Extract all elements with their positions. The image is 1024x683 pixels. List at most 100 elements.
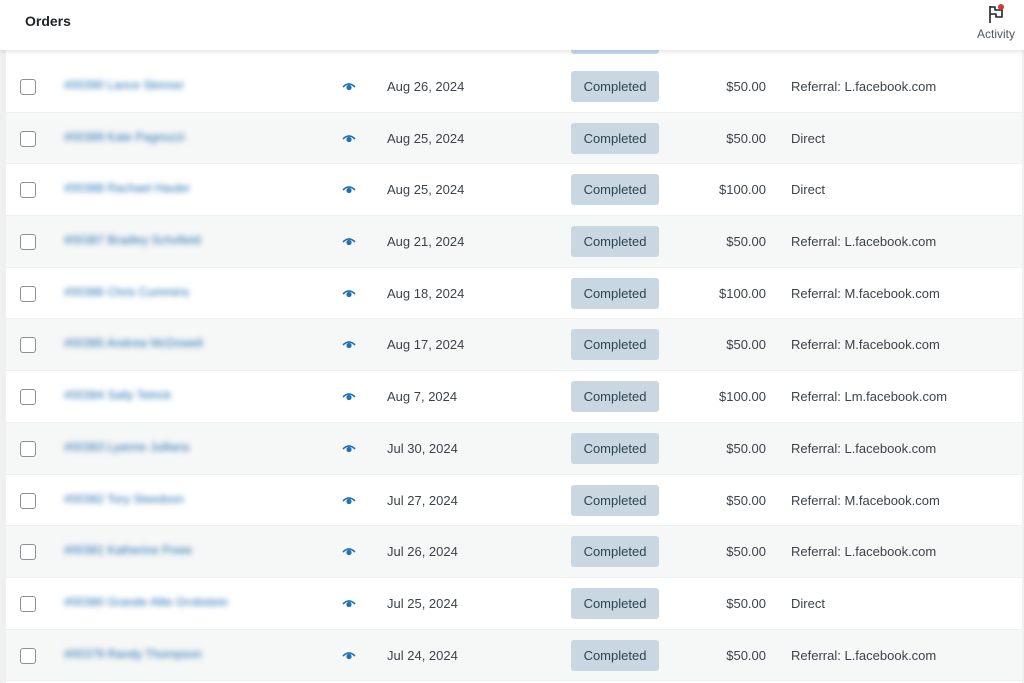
status-badge: Completed (571, 329, 659, 361)
order-origin: Referral: L.facebook.com (791, 234, 937, 250)
order-link[interactable]: #00381 Katherine Powe (64, 543, 192, 557)
order-date: Jul 30, 2024 (387, 440, 458, 456)
order-link[interactable]: #00384 Sally Tetrick (64, 388, 171, 402)
table-row[interactable]: #00383 Lyanne Jullians Jul 30, 2024 Comp… (6, 422, 1022, 475)
order-total: $50.00 (726, 130, 766, 146)
order-date: Aug 17, 2024 (387, 337, 465, 353)
order-date: Jul 25, 2024 (387, 595, 458, 611)
page-title: Orders (25, 13, 71, 29)
status-badge: Completed (571, 277, 659, 309)
table-row[interactable]: #00379 Randy Thompson Jul 24, 2024 Compl… (6, 629, 1022, 682)
eye-icon[interactable] (342, 339, 356, 351)
eye-icon[interactable] (342, 236, 356, 248)
order-total: $50.00 (726, 544, 766, 560)
table-row[interactable]: #00385 Andrew McDowell Aug 17, 2024 Comp… (6, 319, 1022, 372)
row-checkbox[interactable] (20, 130, 36, 147)
eye-icon[interactable] (342, 546, 356, 558)
eye-icon[interactable] (342, 288, 356, 300)
order-date: Aug 21, 2024 (387, 234, 465, 250)
table-row[interactable]: #00386 Chris Cummins Aug 18, 2024 Comple… (6, 268, 1022, 320)
status-badge (571, 50, 659, 54)
eye-icon[interactable] (342, 81, 356, 93)
eye-icon[interactable] (342, 598, 356, 610)
order-link[interactable]: #00382 Tory Steedson (64, 492, 184, 506)
row-checkbox[interactable] (20, 492, 36, 509)
order-origin: Referral: Lm.facebook.com (791, 389, 948, 405)
order-link[interactable]: #00390 Lance Skinner (64, 78, 184, 92)
order-total: $50.00 (726, 647, 766, 663)
order-total: $100.00 (719, 285, 766, 301)
table-row[interactable]: #00384 Sally Tetrick Aug 7, 2024 Complet… (6, 371, 1022, 423)
order-link[interactable]: #00388 Rachael Hauler (64, 181, 190, 195)
row-checkbox[interactable] (20, 182, 36, 199)
order-total: $50.00 (726, 440, 766, 456)
order-total: $100.00 (719, 389, 766, 405)
order-origin: Direct (791, 182, 825, 198)
table-row[interactable]: #00389 Kate Pagnozzi Aug 25, 2024 Comple… (6, 112, 1022, 165)
table-row[interactable]: #00381 Katherine Powe Jul 26, 2024 Compl… (6, 526, 1022, 578)
order-link[interactable]: #00385 Andrew McDowell (64, 336, 203, 350)
order-total: $50.00 (726, 337, 766, 353)
order-link[interactable]: #00383 Lyanne Jullians (64, 440, 190, 454)
row-checkbox[interactable] (20, 647, 36, 664)
order-total: $50.00 (726, 492, 766, 508)
order-date: Aug 25, 2024 (387, 182, 465, 198)
order-link[interactable]: #00387 Bradley Schofield (64, 233, 201, 247)
order-total: $50.00 (726, 79, 766, 94)
eye-icon[interactable] (342, 133, 356, 145)
status-badge: Completed (571, 122, 659, 154)
order-date: Jul 24, 2024 (387, 647, 458, 663)
table-row[interactable]: #00382 Tory Steedson Jul 27, 2024 Comple… (6, 475, 1022, 527)
table-row[interactable]: #00380 Grande Allie Grobstein Jul 25, 20… (6, 578, 1022, 630)
row-checkbox[interactable] (20, 234, 36, 251)
order-link[interactable]: #00386 Chris Cummins (64, 285, 189, 299)
row-checkbox[interactable] (20, 337, 36, 354)
order-origin: Referral: L.facebook.com (791, 79, 937, 94)
eye-icon[interactable] (342, 443, 356, 455)
order-total: $50.00 (726, 234, 766, 250)
status-badge: Completed (571, 381, 659, 413)
order-link[interactable]: #00379 Randy Thompson (64, 647, 202, 661)
table-row[interactable]: #00387 Bradley Schofield Aug 21, 2024 Co… (6, 216, 1022, 268)
flag-icon (989, 4, 1004, 23)
order-origin: Referral: L.facebook.com (791, 440, 937, 456)
status-badge: Completed (571, 484, 659, 516)
activity-label: Activity (976, 27, 1015, 41)
order-link[interactable]: #00389 Kate Pagnozzi (64, 130, 185, 144)
order-date: Aug 26, 2024 (387, 79, 465, 94)
order-total: $100.00 (719, 182, 766, 198)
status-badge: Completed (571, 432, 659, 464)
order-link[interactable]: #00380 Grande Allie Grobstein (64, 595, 228, 609)
eye-icon[interactable] (342, 391, 356, 403)
order-origin: Referral: M.facebook.com (791, 337, 940, 353)
eye-icon[interactable] (342, 495, 356, 507)
status-badge: Completed (571, 536, 659, 568)
row-checkbox[interactable] (20, 544, 36, 561)
row-checkbox[interactable] (20, 389, 36, 406)
eye-icon[interactable] (342, 650, 356, 662)
status-badge: Completed (571, 226, 659, 258)
order-date: Jul 27, 2024 (387, 492, 458, 508)
order-date: Jul 26, 2024 (387, 544, 458, 560)
activity-button[interactable]: Activity (971, 3, 1021, 41)
row-checkbox[interactable] (20, 440, 36, 457)
order-origin: Direct (791, 130, 825, 146)
row-checkbox[interactable] (20, 285, 36, 302)
row-checkbox[interactable] (20, 595, 36, 612)
order-origin: Referral: L.facebook.com (791, 647, 937, 663)
order-date: Aug 25, 2024 (387, 130, 465, 146)
order-origin: Referral: L.facebook.com (791, 544, 937, 560)
orders-table: #00390 Lance Skinner Aug 26, 2024 Comple… (6, 50, 1022, 683)
status-badge: Completed (571, 587, 659, 619)
order-total: $50.00 (726, 595, 766, 611)
status-badge: Completed (571, 71, 659, 102)
row-checkbox[interactable] (20, 79, 36, 95)
order-origin: Referral: M.facebook.com (791, 285, 940, 301)
status-badge: Completed (571, 174, 659, 206)
table-row[interactable]: #00390 Lance Skinner Aug 26, 2024 Comple… (6, 61, 1022, 113)
status-badge: Completed (571, 639, 659, 671)
table-row[interactable]: #00388 Rachael Hauler Aug 25, 2024 Compl… (6, 164, 1022, 217)
order-date: Aug 18, 2024 (387, 285, 465, 301)
eye-icon[interactable] (342, 184, 356, 196)
order-origin: Referral: M.facebook.com (791, 492, 940, 508)
